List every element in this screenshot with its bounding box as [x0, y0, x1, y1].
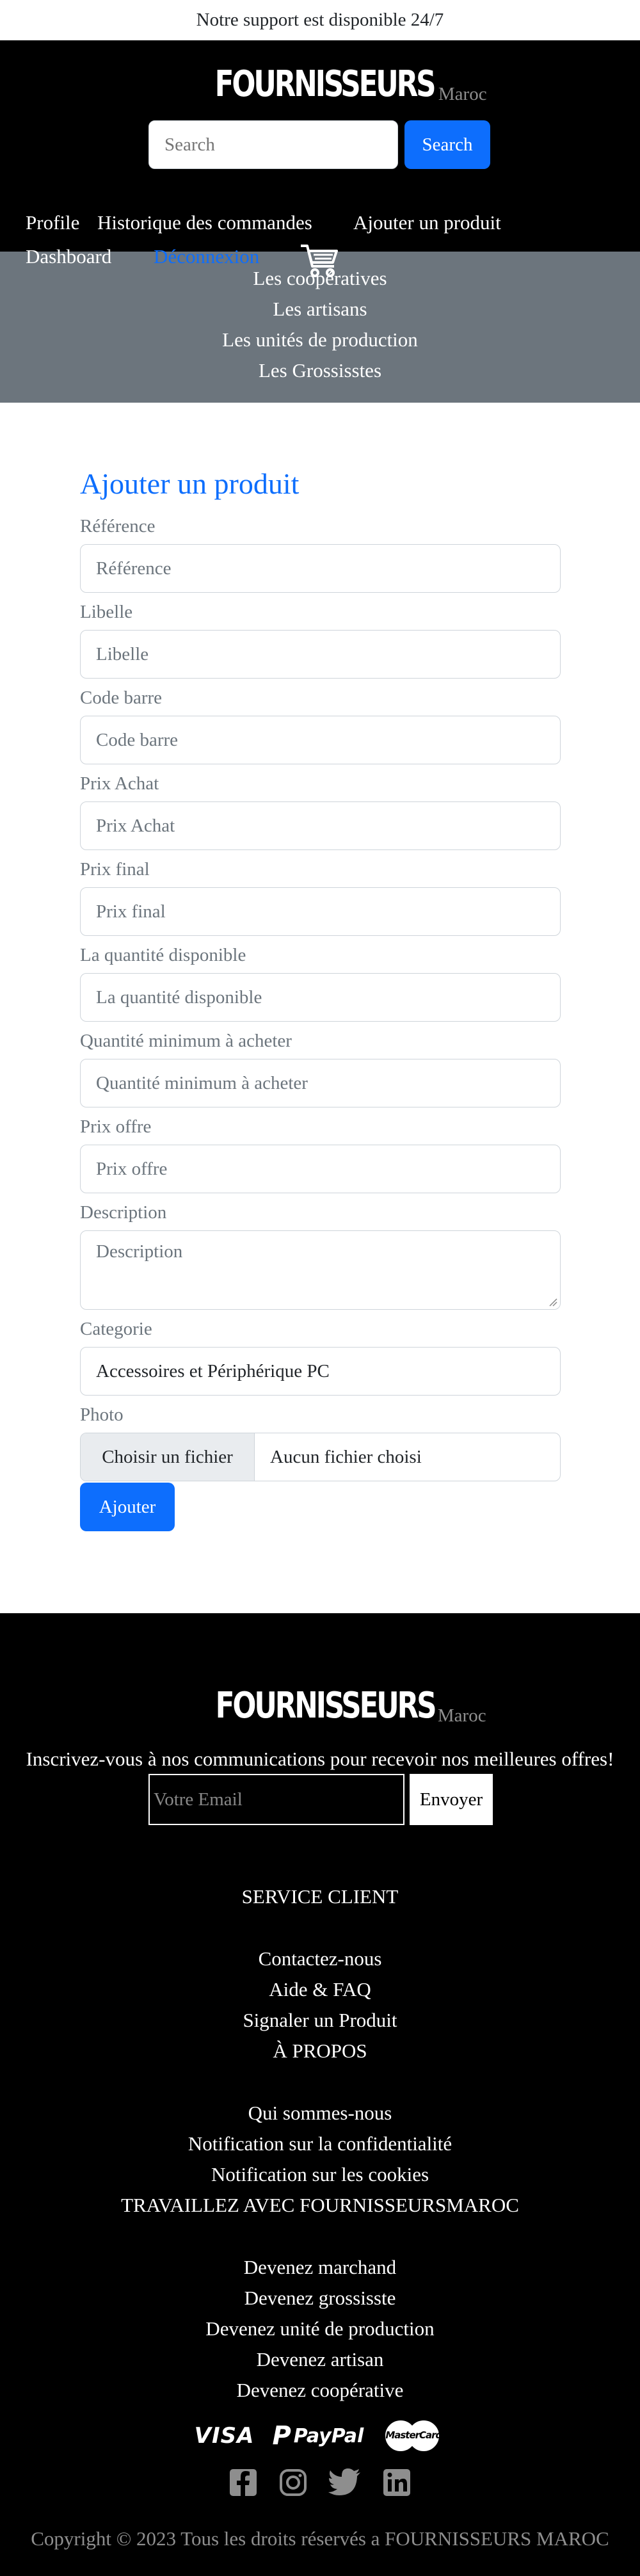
paypal-label: PayPal [293, 2424, 364, 2447]
minimum-quantity-input[interactable]: Quantité minimum à acheter [80, 1059, 561, 1107]
field-label-photo: Photo [80, 1405, 124, 1425]
field-label-barcode: Code barre [80, 688, 163, 708]
site-header: FOURNISSEURS Maroc Search Profile Histor… [0, 40, 640, 277]
newsletter-send-button[interactable]: Envoyer [410, 1774, 493, 1825]
category-select[interactable]: Accessoires et Périphérique PC [80, 1347, 561, 1396]
category-production-units[interactable]: Les unités de production [0, 325, 640, 355]
service-client-heading: SERVICE CLIENT [241, 1885, 399, 1908]
brand-logo[interactable]: FOURNISSEURS [215, 63, 436, 105]
final-price-input[interactable]: Prix final [80, 887, 561, 936]
no-file-text: Aucun fichier choisi [270, 1446, 422, 1467]
footer-link-careers[interactable]: TRAVAILLEZ AVEC FOURNISSEURSMAROC [0, 2194, 640, 2217]
category-wholesalers[interactable]: Les Grossisstes [0, 355, 640, 386]
add-product-form: Ajouter un produit Référence Référence L… [0, 403, 640, 1531]
footer-link-privacy[interactable]: Notification sur la confidentialité [0, 2132, 640, 2155]
footer-link-become-artisan[interactable]: Devenez artisan [0, 2348, 640, 2371]
add-product-submit-button[interactable]: Ajouter [80, 1483, 175, 1531]
brand-sub: Maroc [438, 84, 487, 104]
payment-methods: VISA P PayPal MasterCard [0, 2417, 640, 2455]
twitter-icon[interactable] [328, 2468, 362, 2497]
nav-logout[interactable]: Déconnexion [154, 245, 259, 268]
paypal-icon: P PayPal [272, 2421, 364, 2451]
visa-icon: VISA [194, 2423, 255, 2449]
field-label-libelle: Libelle [80, 602, 133, 622]
footer-brand-logo[interactable]: FOURNISSEURS [216, 1685, 437, 1727]
footer-link-contact[interactable]: Contactez-nous [0, 1947, 640, 1970]
libelle-input[interactable]: Libelle [80, 630, 561, 679]
category-artisans[interactable]: Les artisans [0, 294, 640, 325]
footer-brand[interactable]: FOURNISSEURS Maroc [0, 1685, 640, 1727]
brand[interactable]: FOURNISSEURS Maroc [0, 63, 640, 105]
support-text: Notre support est disponible 24/7 [196, 10, 444, 30]
footer-link-about[interactable]: À PROPOS [0, 2040, 640, 2063]
field-label-offer-price: Prix offre [80, 1116, 152, 1137]
purchase-price-input[interactable]: Prix Achat [80, 801, 561, 850]
description-placeholder: Description [96, 1241, 183, 1262]
field-label-available-quantity: La quantité disponible [80, 945, 246, 965]
nav-order-history[interactable]: Historique des commandes [97, 211, 312, 234]
offer-price-input[interactable]: Prix offre [80, 1145, 561, 1193]
description-textarea[interactable]: Description [80, 1230, 561, 1310]
site-footer: FOURNISSEURS Maroc Inscrivez-vous à nos … [0, 1613, 640, 2576]
nav-dashboard[interactable]: Dashboard [26, 245, 111, 268]
field-label-final-price: Prix final [80, 859, 150, 880]
newsletter-form: Votre Email Envoyer [148, 1774, 493, 1825]
support-banner: Notre support est disponible 24/7 [0, 0, 640, 40]
barcode-input[interactable]: Code barre [80, 716, 561, 764]
field-label-category: Categorie [80, 1319, 152, 1339]
footer-link-become-cooperative[interactable]: Devenez coopérative [0, 2379, 640, 2402]
nav-add-product[interactable]: Ajouter un produit [353, 211, 501, 234]
newsletter-email-input[interactable]: Votre Email [148, 1774, 404, 1825]
footer-link-report-product[interactable]: Signaler un Produit [0, 2009, 640, 2032]
footer-link-who-we-are[interactable]: Qui sommes-nous [0, 2102, 640, 2125]
instagram-icon[interactable] [278, 2468, 308, 2497]
cart-icon[interactable] [300, 243, 339, 278]
field-label-reference: Référence [80, 516, 156, 536]
footer-link-help-faq[interactable]: Aide & FAQ [0, 1978, 640, 2001]
search-bar: Search [148, 120, 490, 169]
photo-file-input[interactable]: Choisir un fichier Aucun fichier choisi [80, 1433, 561, 1481]
field-label-minimum-quantity: Quantité minimum à acheter [80, 1031, 292, 1051]
newsletter-text: Inscrivez-vous à nos communications pour… [26, 1748, 614, 1770]
search-input[interactable] [148, 120, 398, 169]
choose-file-button[interactable]: Choisir un fichier [81, 1433, 255, 1481]
footer-link-cookies[interactable]: Notification sur les cookies [0, 2163, 640, 2186]
mastercard-label: MasterCard [385, 2429, 442, 2441]
reference-input[interactable]: Référence [80, 544, 561, 593]
resize-handle-icon[interactable] [548, 1298, 557, 1307]
footer-link-become-production-unit[interactable]: Devenez unité de production [0, 2317, 640, 2340]
facebook-icon[interactable] [228, 2468, 258, 2497]
mastercard-icon: MasterCard [381, 2417, 445, 2455]
form-title: Ajouter un produit [80, 467, 300, 500]
social-links [0, 2468, 640, 2497]
field-label-purchase-price: Prix Achat [80, 773, 159, 794]
footer-brand-sub: Maroc [437, 1705, 486, 1726]
search-button[interactable]: Search [404, 120, 490, 169]
available-quantity-input[interactable]: La quantité disponible [80, 973, 561, 1022]
footer-link-become-wholesaler[interactable]: Devenez grossisste [0, 2287, 640, 2310]
footer-link-become-merchant[interactable]: Devenez marchand [0, 2256, 640, 2279]
field-label-description: Description [80, 1202, 167, 1223]
linkedin-icon[interactable] [382, 2468, 412, 2497]
nav-profile[interactable]: Profile [26, 211, 79, 234]
copyright-text: Copyright © 2023 Tous les droits réservé… [31, 2527, 609, 2550]
